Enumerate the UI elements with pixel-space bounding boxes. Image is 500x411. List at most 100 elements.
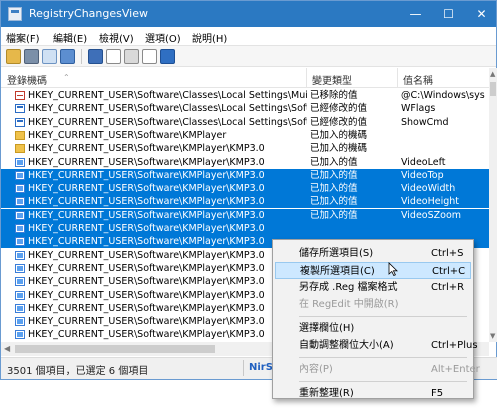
menu-item-shortcut: Ctrl+R <box>431 282 465 293</box>
open-icon[interactable] <box>6 49 21 64</box>
menu-help[interactable]: 說明(H) <box>192 30 227 45</box>
key-path-cell: HKEY_CURRENT_USER\Software\KMPlayer <box>28 129 227 141</box>
key-path-cell: HKEY_CURRENT_USER\Software\KMPlayer\KMP3… <box>28 329 265 341</box>
table-row[interactable]: HKEY_CURRENT_USER\Software\KMPlayer\KMP3… <box>1 182 489 196</box>
context-menu: 儲存所選項目(S) Ctrl+S 複製所選項目(C) Ctrl+C 另存成 .Reg 檔… <box>272 239 480 402</box>
close-button[interactable]: ✕ <box>465 1 498 27</box>
scroll-up-icon[interactable]: ▲ <box>490 70 495 78</box>
column-divider[interactable] <box>397 68 398 87</box>
table-row[interactable]: HKEY_CURRENT_USER\Software\KMPlayer\KMP3… <box>1 208 489 222</box>
vertical-scrollbar[interactable]: ▲ ▼ <box>489 68 497 342</box>
table-row[interactable]: HKEY_CURRENT_USER\Software\Classes\Local… <box>1 89 489 102</box>
scroll-left-icon[interactable]: ◀ <box>4 344 10 353</box>
key-path-cell: HKEY_CURRENT_USER\Software\KMPlayer\KMP3… <box>28 183 265 195</box>
added-value-icon <box>15 197 25 207</box>
save-icon[interactable] <box>24 49 39 64</box>
menu-item-shortcut: F5 <box>431 388 444 399</box>
change-type-cell: 已經修改的值 <box>310 116 368 128</box>
change-type-cell: 已加入的機碼 <box>310 143 368 155</box>
change-type-cell: 已加入的機碼 <box>310 129 368 141</box>
menu-separator <box>299 316 467 317</box>
context-menu-item[interactable]: 自動調整欄位大小(A) Ctrl+Plus <box>275 337 478 354</box>
maximize-button[interactable]: ☐ <box>432 1 465 27</box>
deleted-value-icon <box>15 91 25 100</box>
context-menu-item[interactable]: 另存成 .Reg 檔案格式 Ctrl+R <box>275 279 471 296</box>
column-value-name[interactable]: 值名稱 <box>403 72 433 87</box>
value-name-cell: ShowCmd <box>401 116 449 128</box>
change-type-cell: 已加入的值 <box>310 183 358 195</box>
menu-separator <box>299 381 467 382</box>
title-bar[interactable]: RegistryChangesView — ☐ ✕ <box>1 1 496 27</box>
added-value-icon <box>15 224 25 233</box>
context-menu-item[interactable]: 在 RegEdit 中開啟(R) <box>275 296 471 313</box>
window-title: RegistryChangesView <box>29 7 148 20</box>
table-row[interactable]: HKEY_CURRENT_USER\Software\KMPlayer\KMP3… <box>1 142 489 155</box>
table-row[interactable]: HKEY_CURRENT_USER\Software\KMPlayer\KMP3… <box>1 156 489 169</box>
menu-file[interactable]: 檔案(F) <box>6 30 40 45</box>
column-divider[interactable] <box>306 68 307 87</box>
column-key-path[interactable]: 登錄機碼 <box>7 72 47 87</box>
menu-edit[interactable]: 編輯(E) <box>53 30 87 45</box>
value-name-cell: VideoHeight <box>401 196 460 208</box>
value-name-cell: VideoSZoom <box>401 209 462 221</box>
table-row[interactable]: HKEY_CURRENT_USER\Software\KMPlayer 已加入的機… <box>1 129 489 142</box>
toolbar-separator <box>81 49 82 64</box>
menu-bar: 檔案(F) 編輯(E) 檢視(V) 選項(O) 說明(H) <box>1 27 496 45</box>
reg-icon[interactable] <box>124 49 139 64</box>
context-menu-item[interactable]: 儲存所選項目(S) Ctrl+S <box>275 245 471 262</box>
menu-item-shortcut: Ctrl+S <box>431 248 464 259</box>
context-menu-item[interactable]: 複製所選項目(C) Ctrl+C <box>275 262 471 279</box>
added-value-icon <box>15 263 25 273</box>
table-row[interactable]: HKEY_CURRENT_USER\Software\Classes\Local… <box>1 102 489 115</box>
export-icon[interactable] <box>106 49 121 64</box>
properties-icon[interactable] <box>60 49 75 64</box>
value-name-cell: WFlags <box>401 103 436 115</box>
added-value-icon <box>15 290 25 300</box>
menu-item-label: 另存成 .Reg 檔案格式 <box>299 282 398 293</box>
added-value-icon <box>15 250 25 260</box>
table-row[interactable]: HKEY_CURRENT_USER\Software\KMPlayer\KMP3… <box>1 222 489 235</box>
key-path-cell: HKEY_CURRENT_USER\Software\KMPlayer\KMP3… <box>28 196 265 208</box>
app-icon <box>8 7 22 21</box>
change-type-cell: 已加入的值 <box>310 196 358 208</box>
change-type-cell: 已加入的值 <box>310 169 358 181</box>
menu-view[interactable]: 檢視(V) <box>99 30 134 45</box>
list-header: 登錄機碼 ⌃ 變更類型 值名稱 <box>1 68 489 88</box>
change-type-cell: 已移除的值 <box>310 90 358 101</box>
key-path-cell: HKEY_CURRENT_USER\Software\KMPlayer\KMP3… <box>28 156 265 168</box>
scroll-down-icon[interactable]: ▼ <box>490 332 495 340</box>
added-value-icon <box>15 184 25 194</box>
menu-item-label: 儲存所選項目(S) <box>299 248 374 259</box>
added-value-icon <box>15 330 25 340</box>
mouse-cursor-icon <box>388 262 398 276</box>
added-value-icon <box>15 170 25 180</box>
table-row[interactable]: HKEY_CURRENT_USER\Software\KMPlayer\KMP3… <box>1 168 489 182</box>
refresh-icon[interactable] <box>88 49 103 64</box>
table-row[interactable]: HKEY_CURRENT_USER\Software\KMPlayer\KMP3… <box>1 195 489 209</box>
context-menu-item[interactable]: 內容(P) Alt+Enter <box>275 361 480 378</box>
value-name-cell: VideoTop <box>401 169 444 181</box>
toolbar <box>1 45 496 67</box>
context-menu-item[interactable]: 選擇欄位(H) <box>275 320 471 337</box>
key-path-cell: HKEY_CURRENT_USER\Software\KMPlayer\KMP3… <box>28 223 265 234</box>
exit-icon[interactable] <box>160 49 175 64</box>
vertical-scroll-thumb[interactable] <box>490 82 496 96</box>
column-change-type[interactable]: 變更類型 <box>312 72 352 87</box>
html-icon[interactable] <box>142 49 157 64</box>
menu-item-label: 自動調整欄位大小(A) <box>299 340 394 351</box>
horizontal-scroll-thumb[interactable] <box>15 345 215 353</box>
added-value-icon <box>15 237 25 247</box>
context-menu-item[interactable]: 重新整理(R) F5 <box>275 385 471 402</box>
menu-options[interactable]: 選項(O) <box>145 30 181 45</box>
menu-item-shortcut: Alt+Enter <box>431 364 480 375</box>
menu-item-shortcut: Ctrl+Plus <box>431 340 478 351</box>
change-type-cell: 已加入的值 <box>310 209 358 221</box>
key-path-cell: HKEY_CURRENT_USER\Software\Classes\Local… <box>28 90 307 101</box>
copy-icon[interactable] <box>42 49 57 64</box>
table-row[interactable]: HKEY_CURRENT_USER\Software\Classes\Local… <box>1 116 489 129</box>
menu-item-label: 內容(P) <box>299 364 333 375</box>
minimize-button[interactable]: — <box>399 1 432 27</box>
menu-separator <box>299 357 467 358</box>
value-name-cell: @C:\Windows\sys <box>401 90 485 101</box>
key-path-cell: HKEY_CURRENT_USER\Software\KMPlayer\KMP3… <box>28 289 265 301</box>
